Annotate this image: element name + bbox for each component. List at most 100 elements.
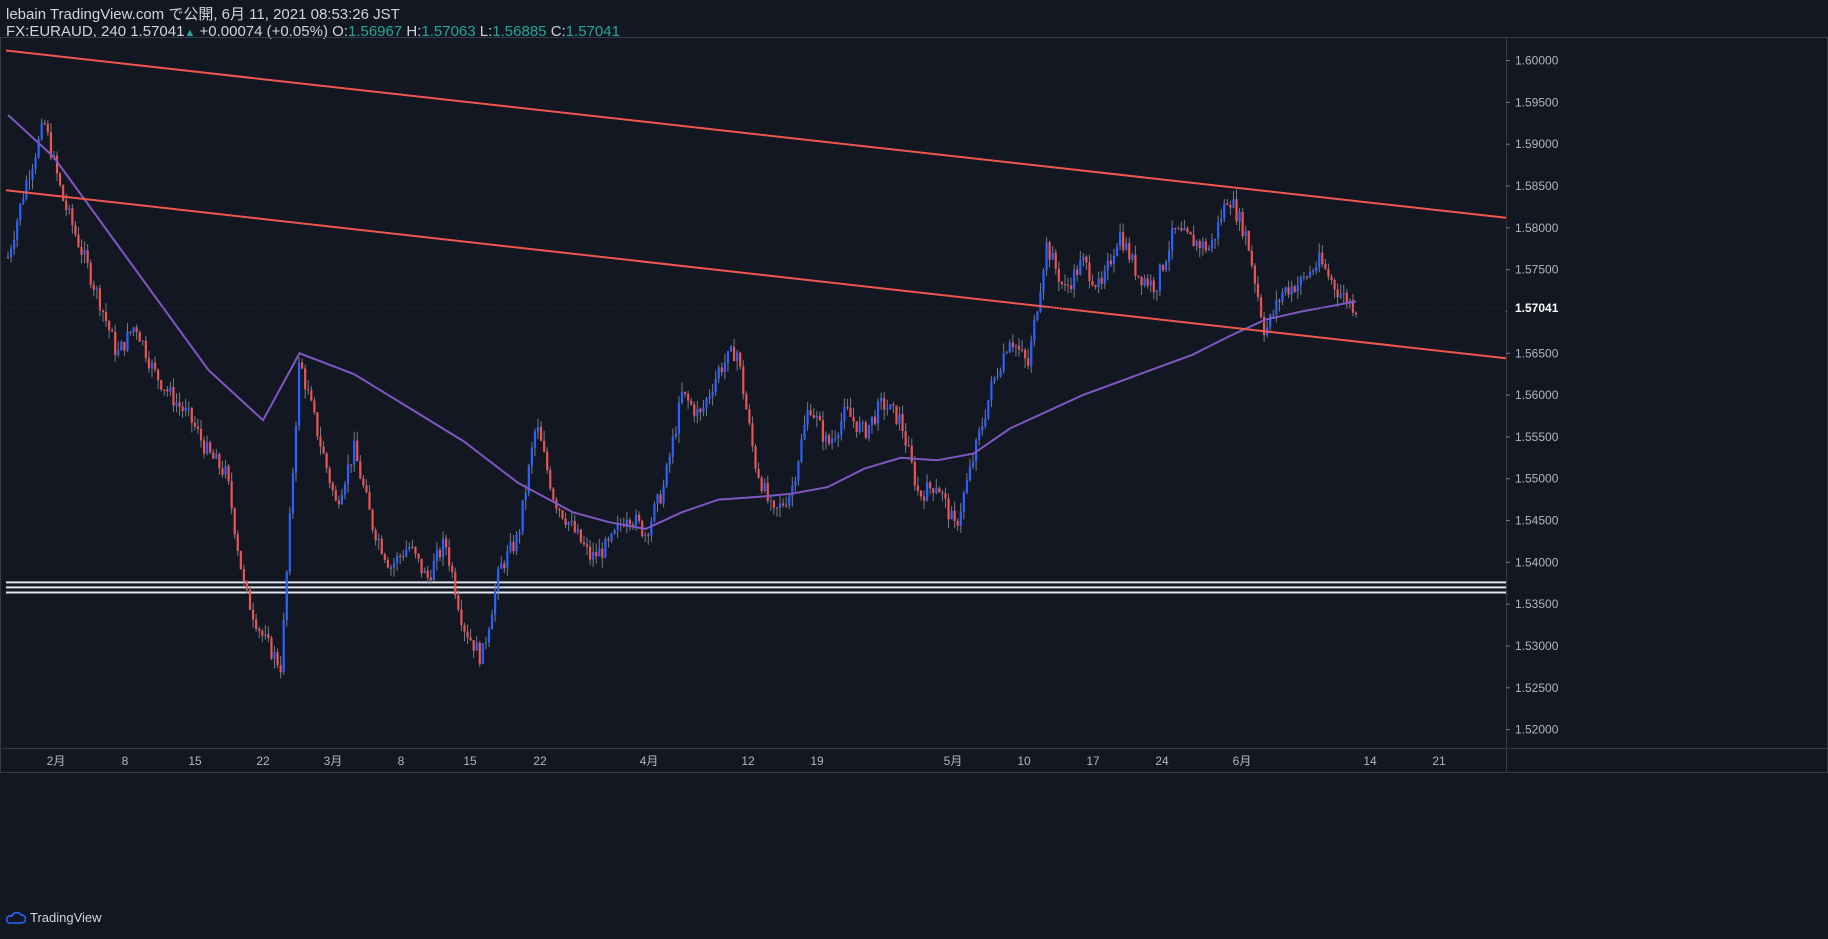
candle-up [206, 442, 209, 454]
candle-up [711, 392, 714, 397]
price-tick-label: 1.57500 [1515, 263, 1559, 277]
candle-up [22, 198, 25, 204]
candle-up [353, 440, 356, 465]
candle-up [567, 522, 570, 525]
candle-down [144, 340, 147, 359]
candle-down [607, 539, 610, 541]
candle-down [1011, 342, 1014, 348]
brand-label: TradingView [30, 910, 102, 925]
candle-down [1085, 256, 1088, 263]
candle-up [9, 249, 13, 258]
candle-down [233, 508, 236, 535]
candle-down [454, 572, 457, 596]
candle-up [1195, 241, 1198, 247]
cloud-logo-icon [6, 911, 26, 924]
candle-down [546, 451, 549, 471]
candle-up [141, 340, 144, 342]
candle-up [800, 439, 803, 462]
candle-up [984, 418, 987, 427]
candle-up [150, 362, 154, 369]
candle-down [588, 546, 592, 560]
candle-up [343, 484, 347, 495]
candle-down [558, 508, 561, 511]
candle-down [307, 389, 310, 391]
price-tick-label: 1.56500 [1515, 346, 1559, 360]
candle-up [880, 397, 883, 402]
candle-up [533, 431, 537, 448]
time-tick-label: 22 [256, 754, 270, 768]
candle-up [1082, 256, 1085, 261]
candle-up [729, 346, 733, 352]
candle-up [981, 426, 984, 431]
candle-down [1226, 203, 1229, 205]
candle-down [1324, 264, 1327, 269]
candle-up [1008, 342, 1011, 353]
candle-down [1180, 228, 1183, 231]
candle-down [368, 492, 371, 510]
candle-up [13, 239, 16, 250]
candle-down [460, 609, 463, 626]
candle-down [417, 553, 420, 559]
candle-down [74, 225, 77, 235]
candle-up [1232, 199, 1235, 208]
candle-down [438, 549, 442, 558]
candle-down [426, 570, 429, 578]
candle-down [745, 394, 748, 410]
candle-down [595, 551, 598, 557]
price-chart[interactable]: 1.60000 1.59500 1.59000 1.58500 1.58000 1.575… [0, 0, 1828, 939]
candle-up [674, 433, 677, 437]
candle-up [1210, 240, 1214, 249]
candle-up [1318, 252, 1321, 268]
candle-down [1250, 250, 1253, 266]
candle-up [834, 438, 837, 440]
time-tick-label: 3月 [324, 754, 343, 768]
candle-down [160, 380, 163, 390]
candle-up [824, 435, 828, 442]
candle-down [585, 544, 589, 547]
candle-down [1256, 283, 1260, 298]
candle-down [451, 565, 454, 573]
candle-down [386, 559, 389, 568]
candle-down [883, 397, 886, 410]
candle-up [95, 288, 98, 290]
candle-down [1054, 252, 1057, 269]
candle-down [1060, 281, 1063, 285]
candle-down [512, 541, 515, 552]
candle-down [904, 431, 907, 446]
candle-up [1097, 277, 1100, 288]
candle-down [77, 234, 80, 247]
candle-down [1204, 241, 1207, 251]
price-tick-label: 1.58500 [1515, 179, 1559, 193]
candle-down [258, 628, 261, 631]
candle-down [380, 538, 383, 554]
candle-down [1146, 278, 1149, 286]
time-tick-label: 6月 [1233, 754, 1252, 768]
tradingview-logo[interactable]: TradingView [6, 910, 102, 925]
candle-up [288, 513, 291, 572]
candle-down [690, 400, 693, 405]
candle-up [794, 480, 797, 487]
candle-up [1183, 228, 1186, 231]
candle-down [104, 311, 108, 322]
candle-up [653, 503, 656, 522]
candle-up [1275, 300, 1278, 315]
candle-down [319, 436, 322, 447]
candle-up [1158, 264, 1162, 291]
candle-up [83, 250, 86, 255]
candle-down [153, 362, 157, 370]
candle-up [1036, 311, 1039, 320]
last-price-label: 1.57041 [1515, 301, 1559, 315]
candle-up [1039, 291, 1042, 312]
candle-up [1308, 271, 1312, 278]
candle-up [1339, 294, 1342, 298]
candle-down [1024, 350, 1027, 359]
candle-down [402, 556, 405, 558]
candle-down [1109, 260, 1113, 265]
candle-down [92, 284, 95, 290]
candle-down [199, 428, 203, 441]
candle-down [350, 464, 353, 466]
candle-up [610, 533, 613, 541]
candle-up [1143, 278, 1146, 286]
candle-down [371, 509, 374, 530]
candle-up [705, 398, 708, 408]
